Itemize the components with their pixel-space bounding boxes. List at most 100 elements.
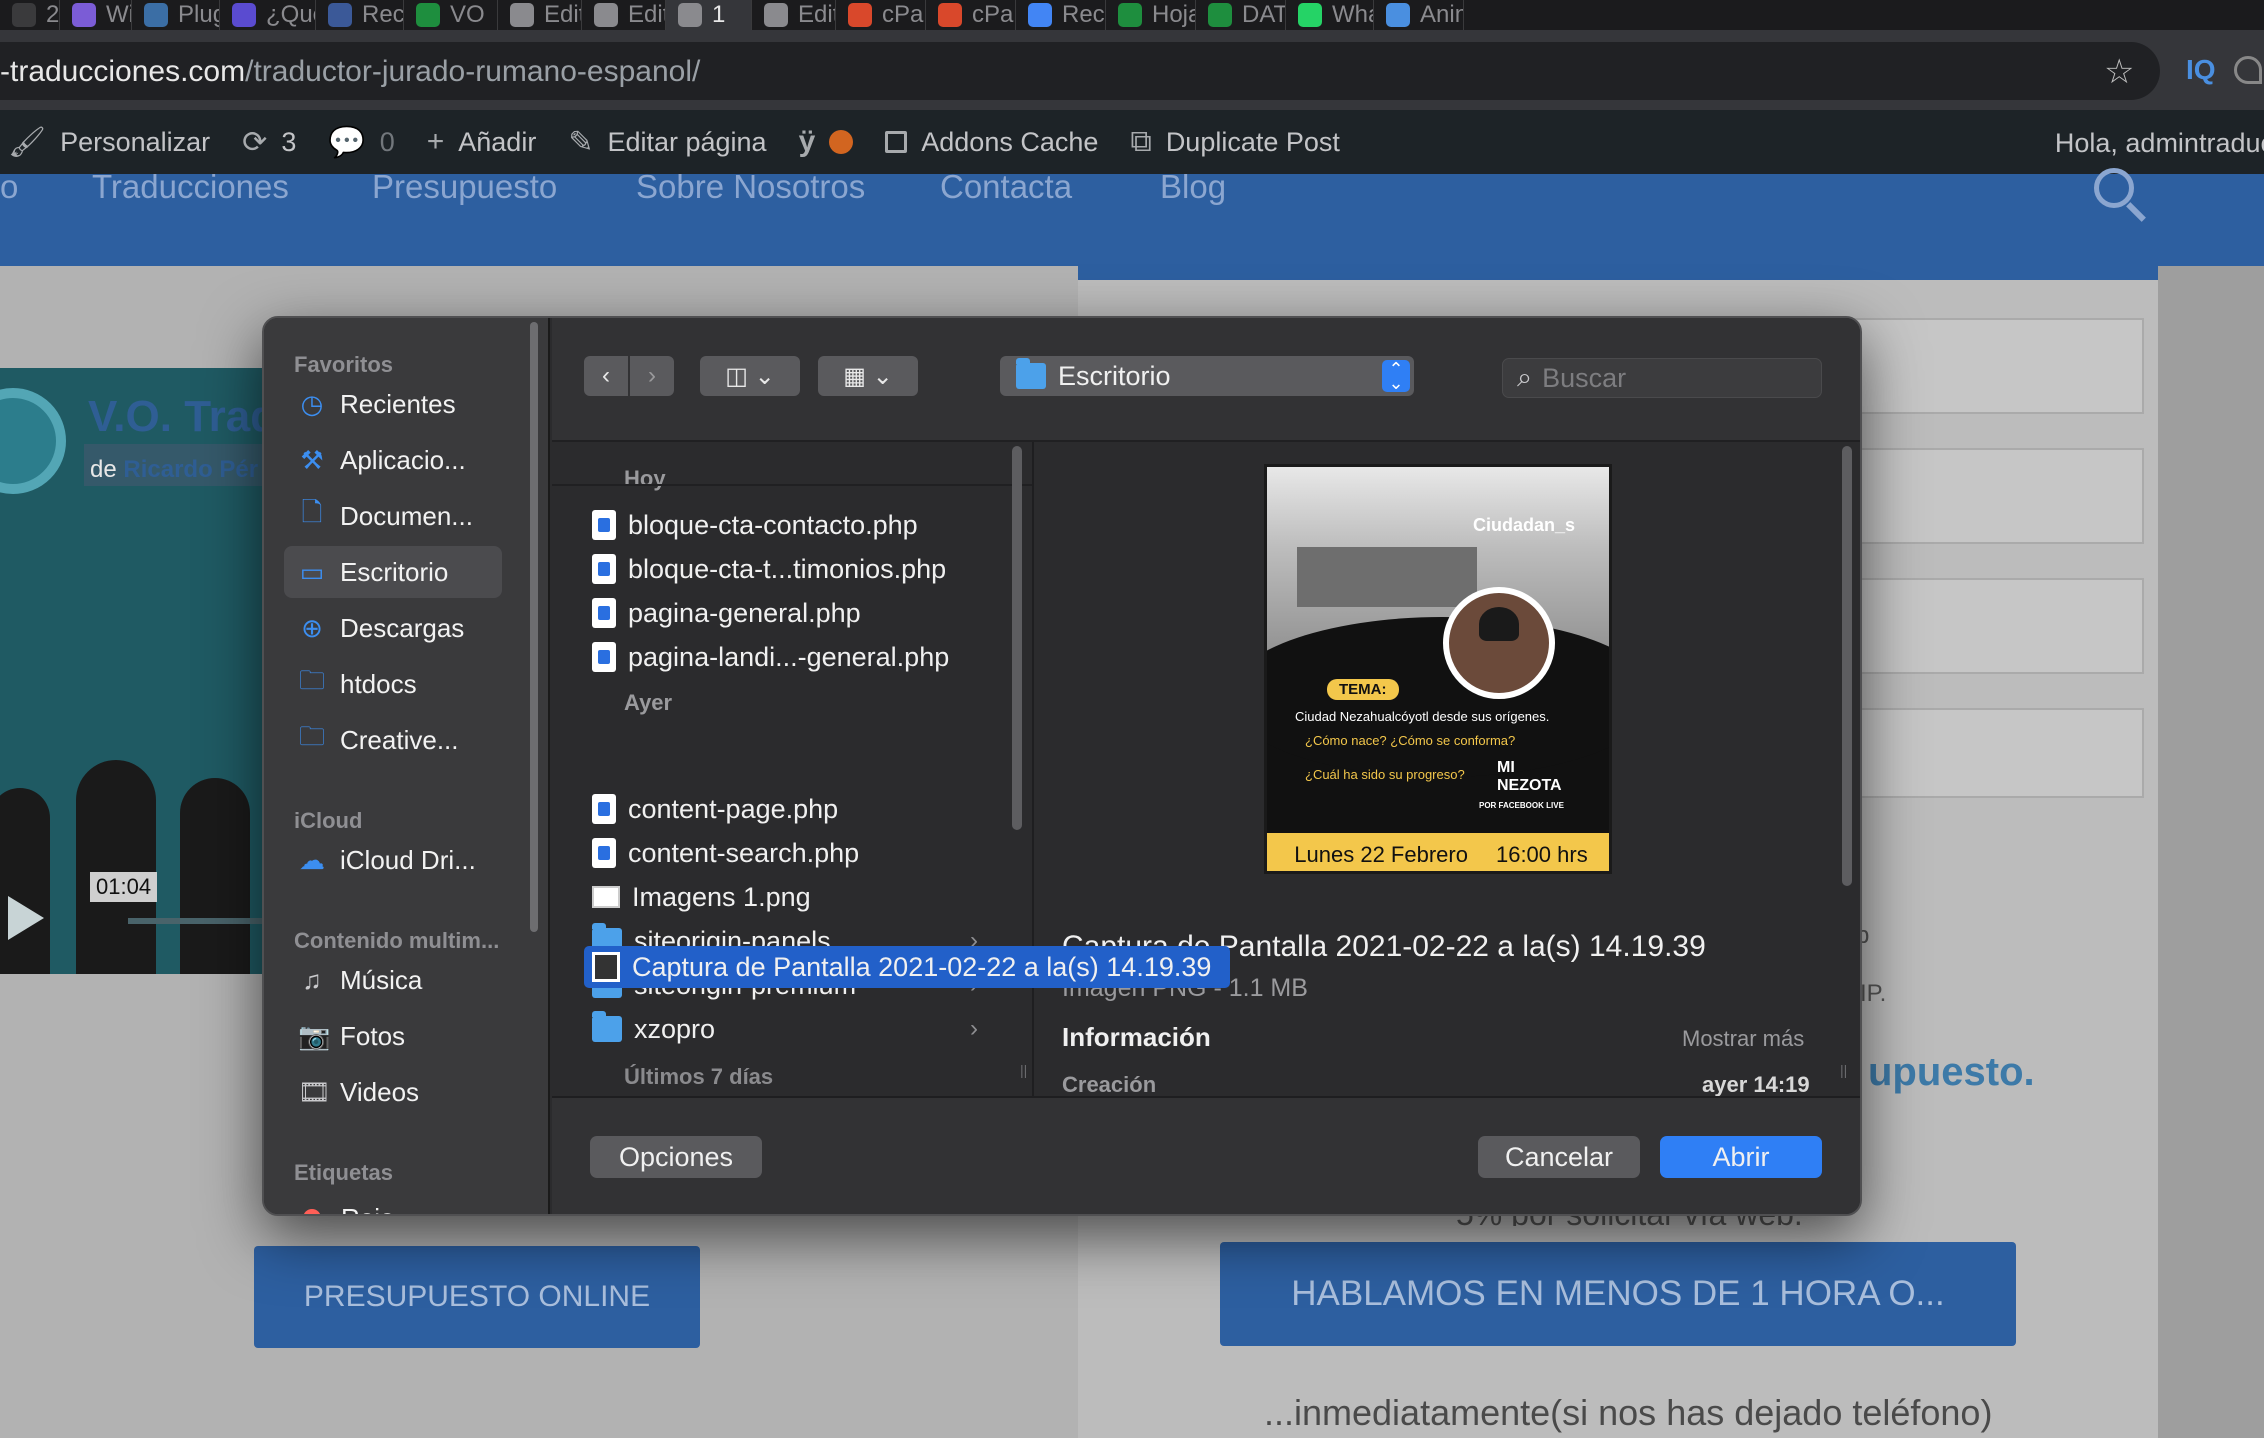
browser-tab[interactable]: 2021 bbox=[0, 0, 60, 30]
browser-tab[interactable]: Edita bbox=[498, 0, 582, 30]
tab-favicon-icon bbox=[848, 3, 872, 27]
browser-tab[interactable]: Edita bbox=[752, 0, 836, 30]
video-progress-bar[interactable] bbox=[128, 918, 262, 924]
extension-icon[interactable] bbox=[2234, 56, 2262, 84]
admin-greeting[interactable]: Hola, admintraduc bbox=[2055, 128, 2264, 159]
list-item[interactable]: xzopro › bbox=[584, 1008, 1008, 1050]
tab-label: ¿Qué bbox=[266, 1, 315, 28]
browser-tab[interactable]: Anim bbox=[1374, 0, 1464, 30]
tab-favicon-icon bbox=[594, 3, 618, 27]
show-more-link[interactable]: Mostrar más bbox=[1682, 1026, 1804, 1052]
poster-text: ¿Cómo nace? ¿Cómo se conforma? bbox=[1305, 733, 1516, 748]
customize-link[interactable]: 🖌 Personalizar bbox=[8, 125, 210, 160]
bookmark-star-icon[interactable]: ☆ bbox=[2104, 52, 2134, 92]
browser-tab[interactable]: 1 bbox=[666, 0, 752, 30]
file-list-scrollbar[interactable] bbox=[1012, 446, 1022, 830]
callback-note: ...inmediatamente(si nos has dejado telé… bbox=[1264, 1392, 1993, 1433]
options-button[interactable]: Opciones bbox=[590, 1136, 762, 1178]
browser-tab[interactable]: Hoja bbox=[1106, 0, 1196, 30]
back-button[interactable]: ‹ bbox=[584, 356, 628, 396]
cancel-button[interactable]: Cancelar bbox=[1478, 1136, 1640, 1178]
extension-iq-icon[interactable]: IQ bbox=[2186, 54, 2216, 86]
browser-tab[interactable]: DATO bbox=[1196, 0, 1286, 30]
php-file-icon bbox=[592, 510, 616, 540]
open-button[interactable]: Abrir bbox=[1660, 1136, 1822, 1178]
sidebar-item-documentos[interactable]: 🗋 Documen... bbox=[284, 490, 502, 542]
browser-tab[interactable]: cPan bbox=[926, 0, 1016, 30]
url-text[interactable]: -traducciones.com/traductor-jurado-ruman… bbox=[0, 55, 700, 89]
browser-tab[interactable]: Recib bbox=[316, 0, 404, 30]
column-view-button[interactable]: ◫ ⌄ bbox=[700, 356, 800, 396]
list-item[interactable]: Imagens 1.png bbox=[584, 876, 1008, 918]
sidebar-item-descargas[interactable]: ⊕ Descargas bbox=[284, 602, 502, 654]
nav-link-traducciones[interactable]: Traducciones bbox=[92, 168, 289, 206]
column-resize-handle[interactable]: || bbox=[1020, 1062, 1027, 1078]
php-file-icon bbox=[592, 598, 616, 628]
nav-link-contacta[interactable]: Contacta bbox=[940, 168, 1072, 206]
comments-link[interactable]: 💬 0 bbox=[328, 125, 394, 160]
browser-tab[interactable]: ¿Qué bbox=[220, 0, 316, 30]
sidebar-item-icloud-drive[interactable]: ☁ iCloud Dri... bbox=[284, 834, 502, 886]
browser-tab[interactable]: Recib bbox=[1016, 0, 1106, 30]
preview-scrollbar[interactable] bbox=[1842, 446, 1852, 886]
checkbox-icon bbox=[885, 131, 908, 153]
nav-link-sobre-nosotros[interactable]: Sobre Nosotros bbox=[636, 168, 865, 206]
list-item[interactable]: bloque-cta-t...timonios.php bbox=[584, 548, 1008, 590]
search-input[interactable]: ⌕ Buscar bbox=[1502, 358, 1822, 398]
sidebar-item-creative[interactable]: 🗀 Creative... bbox=[284, 714, 502, 766]
edit-page-link[interactable]: ✎ Editar página bbox=[568, 125, 766, 160]
columns-icon: ◫ ⌄ bbox=[725, 362, 775, 390]
poster-text: ¿Cuál ha sido su progreso? bbox=[1305, 767, 1465, 782]
tab-favicon-icon bbox=[144, 3, 168, 27]
list-item[interactable]: pagina-general.php bbox=[584, 592, 1008, 634]
tab-label: Edita bbox=[628, 1, 665, 28]
location-popup[interactable]: Escritorio ⌃ ⌄ bbox=[1000, 356, 1414, 396]
presupuesto-online-button[interactable]: PRESUPUESTO ONLINE bbox=[254, 1246, 700, 1348]
sidebar-item-label: htdocs bbox=[340, 668, 417, 699]
sidebar-item-fotos[interactable]: 📷 Fotos bbox=[284, 1010, 502, 1062]
browser-tab[interactable]: Wha bbox=[1286, 0, 1374, 30]
video-author-name: Ricardo Pér bbox=[123, 456, 259, 483]
sidebar-item-htdocs[interactable]: 🗀 htdocs bbox=[284, 658, 502, 710]
nav-link-blog[interactable]: Blog bbox=[1160, 168, 1226, 206]
sidebar-item-videos[interactable]: 🎞 Videos bbox=[284, 1066, 502, 1118]
browser-tab[interactable]: Plug bbox=[132, 0, 220, 30]
yoast-link[interactable]: ÿ bbox=[799, 125, 854, 159]
browser-tab[interactable]: cPan bbox=[836, 0, 926, 30]
desktop-icon: ▭ bbox=[299, 556, 325, 587]
duplicate-post-link[interactable]: ⧉ Duplicate Post bbox=[1130, 125, 1340, 159]
list-item[interactable]: pagina-landi...-general.php bbox=[584, 636, 1008, 678]
list-item-selected[interactable]: Captura de Pantalla 2021-02-22 a la(s) 1… bbox=[584, 946, 1230, 988]
sidebar-item-escritorio[interactable]: ▭ Escritorio bbox=[284, 546, 502, 598]
updates-link[interactable]: ⟳ 3 bbox=[242, 125, 296, 160]
forward-button[interactable]: › bbox=[630, 356, 674, 396]
poster-tema-badge: TEMA: bbox=[1327, 679, 1399, 700]
hablamos-button[interactable]: HABLAMOS EN MENOS DE 1 HORA O... bbox=[1220, 1242, 2016, 1346]
add-new-link[interactable]: + Añadir bbox=[427, 125, 537, 159]
sidebar-item-recientes[interactable]: ◷ Recientes bbox=[284, 378, 502, 430]
browser-tab[interactable]: Wi bbox=[60, 0, 132, 30]
nav-link-inicio[interactable]: o bbox=[0, 168, 18, 206]
browser-tab[interactable]: Edita bbox=[582, 0, 666, 30]
addons-cache-link[interactable]: Addons Cache bbox=[885, 127, 1098, 158]
play-icon[interactable] bbox=[8, 896, 44, 940]
poster-logo-nezota: NEZOTA bbox=[1497, 777, 1562, 794]
sidebar-item-label: Recientes bbox=[340, 388, 456, 419]
grid-icon: ▦ ⌄ bbox=[843, 362, 893, 390]
group-view-button[interactable]: ▦ ⌄ bbox=[818, 356, 918, 396]
site-search-icon[interactable] bbox=[2094, 168, 2134, 208]
sidebar-item-musica[interactable]: ♫ Música bbox=[284, 954, 502, 1006]
nav-link-presupuesto[interactable]: Presupuesto bbox=[372, 168, 557, 206]
column-resize-handle[interactable]: || bbox=[1840, 1062, 1847, 1078]
list-item[interactable]: content-page.php bbox=[584, 788, 1008, 830]
comment-icon: 💬 bbox=[328, 125, 366, 159]
file-name: bloque-cta-t...timonios.php bbox=[628, 553, 947, 584]
browser-tab[interactable]: VO bbox=[404, 0, 498, 30]
list-item[interactable]: bloque-cta-contacto.php bbox=[584, 504, 1008, 546]
tab-favicon-icon bbox=[232, 3, 256, 27]
sidebar-item-tag-rojo[interactable]: Rojo bbox=[284, 1192, 502, 1214]
sidebar-item-aplicaciones[interactable]: ⚒ Aplicacio... bbox=[284, 434, 502, 486]
list-item[interactable]: content-search.php bbox=[584, 832, 1008, 874]
chevron-right-icon: › bbox=[970, 1015, 978, 1042]
sidebar-scrollbar[interactable] bbox=[530, 322, 538, 932]
